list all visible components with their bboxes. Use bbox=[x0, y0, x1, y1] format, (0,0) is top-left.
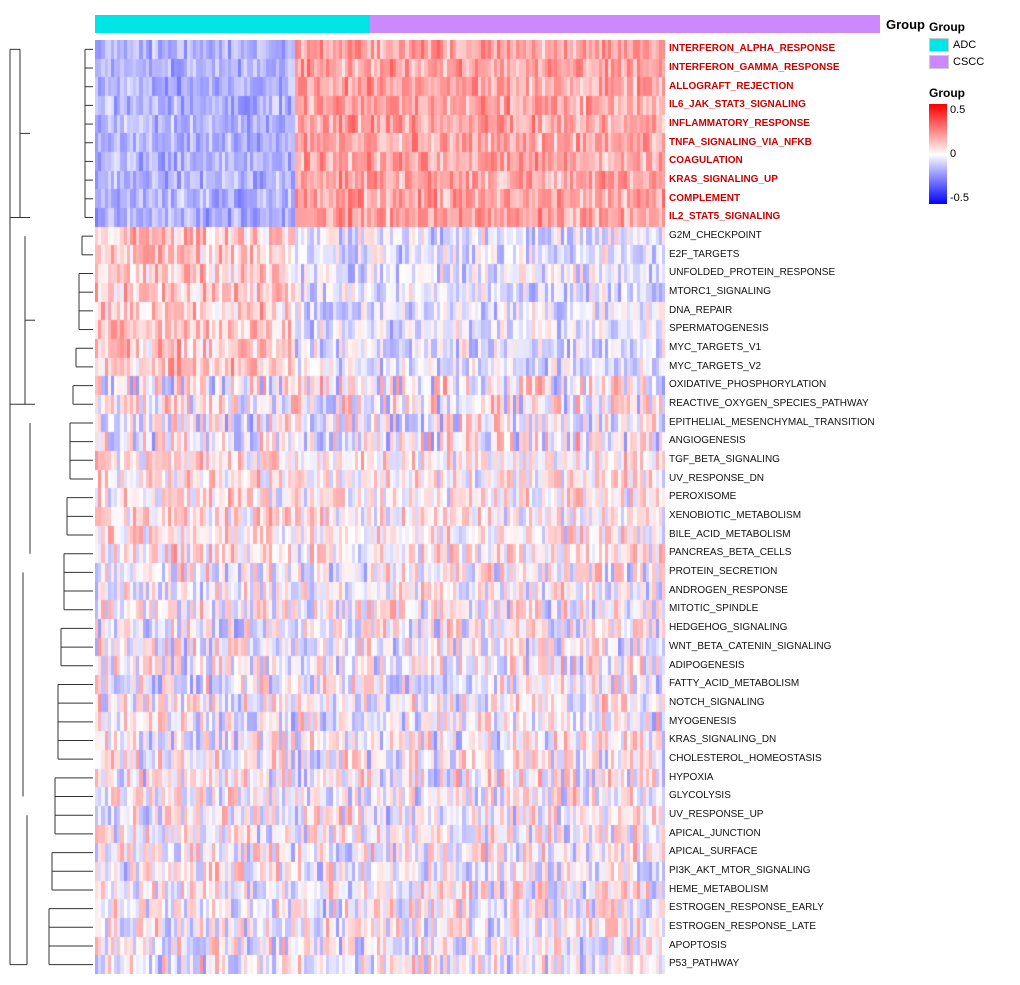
colorbar-ticks: 0.5 0 -0.5 bbox=[950, 104, 969, 204]
row-label-26: BILE_ACID_METABOLISM bbox=[669, 525, 925, 544]
row-label-20: EPITHELIAL_MESENCHYMAL_TRANSITION bbox=[669, 413, 925, 432]
row-label-45: HEME_METABOLISM bbox=[669, 880, 925, 899]
row-label-41: UV_RESPONSE_UP bbox=[669, 806, 925, 825]
heatmap-section: Group INTERFERON_ALPHA_RESPONSEINTERFERO… bbox=[95, 10, 925, 974]
tick-mid: 0 bbox=[950, 148, 969, 160]
row-label-11: E2F_TARGETS bbox=[669, 245, 925, 264]
row-label-28: PROTEIN_SECRETION bbox=[669, 563, 925, 582]
row-label-47: ESTROGEN_RESPONSE_LATE bbox=[669, 918, 925, 937]
legend-adc-item: ADC bbox=[929, 38, 976, 52]
legend-adc-label: ADC bbox=[953, 39, 976, 51]
legend-group-title: Group bbox=[929, 20, 965, 34]
row-label-40: GLYCOLYSIS bbox=[669, 787, 925, 806]
legend-colorbar-wrap: 0.5 0 -0.5 bbox=[929, 104, 969, 204]
legend-color-title: Group bbox=[929, 86, 965, 100]
colorbar-canvas bbox=[929, 104, 947, 204]
row-label-13: MTORC1_SIGNALING bbox=[669, 283, 925, 302]
legend-adc-swatch bbox=[929, 38, 949, 52]
row-label-24: PEROXISOME bbox=[669, 488, 925, 507]
group-bar-cscc bbox=[370, 15, 880, 33]
row-label-25: XENOBIOTIC_METABOLISM bbox=[669, 507, 925, 526]
row-label-23: UV_RESPONSE_DN bbox=[669, 469, 925, 488]
row-label-21: ANGIOGENESIS bbox=[669, 432, 925, 451]
row-label-0: INTERFERON_ALPHA_RESPONSE bbox=[669, 40, 925, 59]
row-label-30: MITOTIC_SPINDLE bbox=[669, 600, 925, 619]
group-bar bbox=[95, 15, 880, 33]
row-label-35: NOTCH_SIGNALING bbox=[669, 694, 925, 713]
row-label-10: G2M_CHECKPOINT bbox=[669, 227, 925, 246]
row-label-34: FATTY_ACID_METABOLISM bbox=[669, 675, 925, 694]
dendrogram bbox=[5, 40, 95, 980]
row-label-15: SPERMATOGENESIS bbox=[669, 320, 925, 339]
row-label-14: DNA_REPAIR bbox=[669, 301, 925, 320]
row-label-42: APICAL_JUNCTION bbox=[669, 824, 925, 843]
row-label-32: WNT_BETA_CATENIN_SIGNALING bbox=[669, 638, 925, 657]
row-label-27: PANCREAS_BETA_CELLS bbox=[669, 544, 925, 563]
tick-bot: -0.5 bbox=[950, 192, 969, 204]
legend-area: Group ADC CSCC Group 0.5 0 -0.5 bbox=[925, 10, 1015, 974]
tick-top: 0.5 bbox=[950, 104, 969, 116]
row-label-29: ANDROGEN_RESPONSE bbox=[669, 581, 925, 600]
row-label-22: TGF_BETA_SIGNALING bbox=[669, 451, 925, 470]
row-label-36: MYOGENESIS bbox=[669, 712, 925, 731]
row-label-49: P53_PATHWAY bbox=[669, 955, 925, 974]
row-label-12: UNFOLDED_PROTEIN_RESPONSE bbox=[669, 264, 925, 283]
row-label-4: INFLAMMATORY_RESPONSE bbox=[669, 115, 925, 134]
group-bar-adc bbox=[95, 15, 370, 33]
row-label-9: IL2_STAT5_SIGNALING bbox=[669, 208, 925, 227]
row-label-7: KRAS_SIGNALING_UP bbox=[669, 171, 925, 190]
row-label-48: APOPTOSIS bbox=[669, 936, 925, 955]
row-label-31: HEDGEHOG_SIGNALING bbox=[669, 619, 925, 638]
row-label-1: INTERFERON_GAMMA_RESPONSE bbox=[669, 59, 925, 78]
row-label-18: OXIDATIVE_PHOSPHORYLATION bbox=[669, 376, 925, 395]
heatmap-canvas bbox=[95, 40, 665, 974]
legend-cscc-item: CSCC bbox=[929, 55, 984, 69]
row-label-43: APICAL_SURFACE bbox=[669, 843, 925, 862]
row-label-6: COAGULATION bbox=[669, 152, 925, 171]
heatmap-and-labels: INTERFERON_ALPHA_RESPONSEINTERFERON_GAMM… bbox=[95, 40, 925, 974]
row-label-2: ALLOGRAFT_REJECTION bbox=[669, 77, 925, 96]
row-label-19: REACTIVE_OXYGEN_SPECIES_PATHWAY bbox=[669, 395, 925, 414]
legend-cscc-swatch bbox=[929, 55, 949, 69]
group-bar-row: Group bbox=[95, 10, 925, 38]
row-label-46: ESTROGEN_RESPONSE_EARLY bbox=[669, 899, 925, 918]
row-label-5: TNFA_SIGNALING_VIA_NFKB bbox=[669, 133, 925, 152]
row-label-3: IL6_JAK_STAT3_SIGNALING bbox=[669, 96, 925, 115]
row-label-17: MYC_TARGETS_V2 bbox=[669, 357, 925, 376]
row-label-37: KRAS_SIGNALING_DN bbox=[669, 731, 925, 750]
row-label-39: HYPOXIA bbox=[669, 768, 925, 787]
legend-cscc-label: CSCC bbox=[953, 56, 984, 68]
row-labels: INTERFERON_ALPHA_RESPONSEINTERFERON_GAMM… bbox=[665, 40, 925, 974]
row-label-33: ADIPOGENESIS bbox=[669, 656, 925, 675]
row-label-16: MYC_TARGETS_V1 bbox=[669, 339, 925, 358]
group-bar-label: Group bbox=[886, 17, 925, 32]
row-label-8: COMPLEMENT bbox=[669, 189, 925, 208]
row-label-38: CHOLESTEROL_HOMEOSTASIS bbox=[669, 750, 925, 769]
row-label-44: PI3K_AKT_MTOR_SIGNALING bbox=[669, 862, 925, 881]
